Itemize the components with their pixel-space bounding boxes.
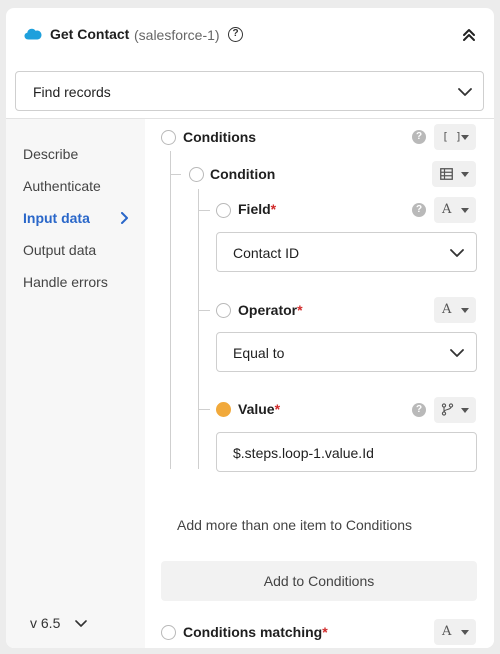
tree-line bbox=[198, 189, 199, 469]
tree-line bbox=[198, 409, 210, 410]
add-to-conditions-label: Add to Conditions bbox=[263, 573, 375, 589]
help-icon[interactable]: ? bbox=[412, 203, 426, 217]
value-input[interactable]: $.steps.loop-1.value.Id bbox=[216, 432, 477, 472]
conditions-radio[interactable] bbox=[161, 130, 176, 145]
sidebar-item-input-data[interactable]: Input data bbox=[23, 210, 90, 226]
chevron-down-icon bbox=[458, 88, 472, 96]
tree-line bbox=[170, 174, 181, 175]
caret-down-icon bbox=[461, 408, 469, 413]
value-label: Value* bbox=[238, 401, 281, 417]
table-icon bbox=[440, 168, 453, 180]
chevron-down-icon bbox=[450, 249, 464, 257]
type-select-operator[interactable]: A bbox=[434, 297, 476, 323]
double-chevron-up-icon[interactable] bbox=[460, 26, 478, 44]
panel-header: Get Contact (salesforce-1) ? bbox=[6, 8, 494, 66]
operator-radio[interactable] bbox=[216, 303, 231, 318]
text-type-icon: A bbox=[442, 624, 452, 639]
version-selector[interactable]: v 6.5 bbox=[30, 615, 60, 631]
value-input-text: $.steps.loop-1.value.Id bbox=[233, 445, 374, 461]
sidebar-item-output-data[interactable]: Output data bbox=[23, 242, 96, 258]
type-select-field[interactable]: A bbox=[434, 197, 476, 223]
tree-line bbox=[198, 210, 210, 211]
chevron-down-icon[interactable] bbox=[75, 619, 87, 628]
text-type-icon: A bbox=[442, 302, 452, 317]
input-data-form: Conditions ? [ ] Condition Field* ? A Co… bbox=[145, 119, 494, 648]
caret-down-icon bbox=[461, 308, 469, 313]
caret-down-icon bbox=[461, 208, 469, 213]
tree-line bbox=[198, 310, 210, 311]
field-select-value: Contact ID bbox=[233, 245, 300, 261]
operator-select-value: Equal to bbox=[233, 345, 285, 361]
caret-down-icon bbox=[461, 172, 469, 177]
condition-label: Condition bbox=[210, 166, 276, 182]
sidebar: Describe Authenticate Input data Output … bbox=[6, 119, 145, 648]
chevron-right-icon bbox=[121, 212, 128, 224]
tree-line bbox=[170, 151, 171, 469]
add-more-hint: Add more than one item to Conditions bbox=[177, 517, 413, 533]
salesforce-cloud-icon bbox=[24, 28, 42, 40]
step-title: Get Contact bbox=[50, 26, 130, 42]
connector-name: (salesforce-1) bbox=[134, 27, 220, 43]
condition-radio[interactable] bbox=[189, 167, 204, 182]
field-label: Field* bbox=[238, 201, 277, 217]
type-select-conditions[interactable]: [ ] bbox=[434, 124, 476, 150]
sidebar-item-handle-errors[interactable]: Handle errors bbox=[23, 274, 108, 290]
action-select-value: Find records bbox=[33, 84, 111, 100]
conditions-matching-label: Conditions matching* bbox=[183, 624, 328, 640]
field-radio[interactable] bbox=[216, 203, 231, 218]
type-select-conditions-matching[interactable]: A bbox=[434, 619, 476, 645]
type-select-condition[interactable] bbox=[432, 161, 476, 187]
sidebar-item-describe[interactable]: Describe bbox=[23, 146, 78, 162]
step-config-panel: Get Contact (salesforce-1) ? Find record… bbox=[6, 8, 494, 648]
help-icon[interactable]: ? bbox=[228, 27, 243, 42]
add-to-conditions-button[interactable]: Add to Conditions bbox=[161, 561, 477, 601]
value-status-dot[interactable] bbox=[216, 402, 231, 417]
branch-icon bbox=[441, 403, 454, 416]
action-select[interactable]: Find records bbox=[15, 71, 484, 111]
array-icon: [ ] bbox=[442, 130, 462, 143]
caret-down-icon bbox=[461, 135, 469, 140]
panel-body: Describe Authenticate Input data Output … bbox=[6, 118, 494, 648]
field-select[interactable]: Contact ID bbox=[216, 232, 477, 272]
type-select-value[interactable] bbox=[434, 397, 476, 423]
operator-select[interactable]: Equal to bbox=[216, 332, 477, 372]
caret-down-icon bbox=[461, 630, 469, 635]
text-type-icon: A bbox=[442, 202, 452, 217]
conditions-label: Conditions bbox=[183, 129, 257, 145]
help-icon[interactable]: ? bbox=[412, 130, 426, 144]
operator-label: Operator* bbox=[238, 302, 303, 318]
chevron-down-icon bbox=[450, 349, 464, 357]
help-icon[interactable]: ? bbox=[412, 403, 426, 417]
sidebar-item-authenticate[interactable]: Authenticate bbox=[23, 178, 101, 194]
conditions-matching-radio[interactable] bbox=[161, 625, 176, 640]
